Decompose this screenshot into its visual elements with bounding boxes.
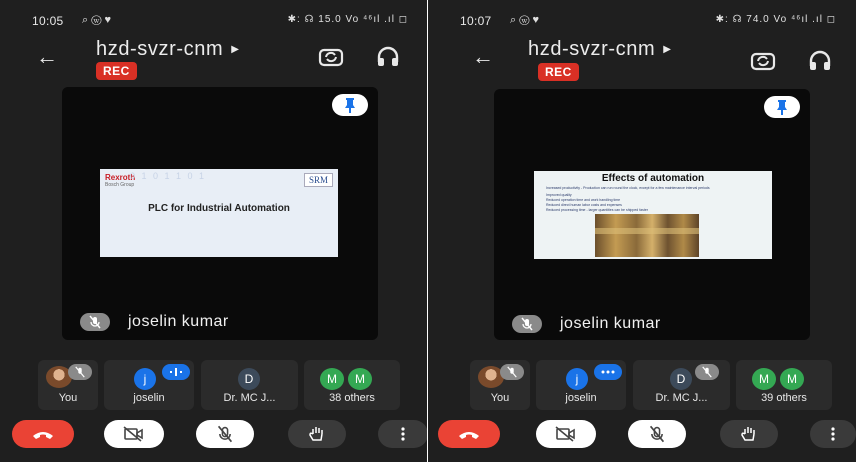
video-off-icon: [123, 426, 143, 442]
raise-hand-icon: [741, 427, 755, 441]
participant-tile-you[interactable]: You: [470, 360, 530, 410]
participant-tile-you[interactable]: You: [38, 360, 98, 410]
tile-label: joselin: [565, 392, 597, 404]
mic-toggle-button[interactable]: [628, 420, 686, 448]
participant-tile-others[interactable]: M M 38 others: [304, 360, 400, 410]
headphones-icon[interactable]: [376, 46, 402, 68]
end-call-icon: [33, 432, 53, 439]
speaker-name: joselin kumar: [560, 315, 661, 332]
avatar: M: [320, 368, 344, 390]
rec-badge: REC: [538, 63, 579, 81]
avatar: D: [238, 368, 260, 390]
meeting-code[interactable]: hzd-svzr-cnm ▶: [96, 38, 240, 61]
tile-label: You: [58, 392, 78, 404]
back-arrow-icon[interactable]: ←: [36, 44, 58, 70]
camera-toggle-button[interactable]: [104, 420, 164, 448]
slide-bullet: Reduced direct human labor costs and exp…: [546, 203, 622, 207]
more-vert-icon: [401, 427, 405, 441]
avatar: M: [752, 368, 776, 390]
presentation-stage[interactable]: Rexroth Bosch Group 0 1 0 1 1 0 1 SRM PL…: [62, 87, 378, 340]
slide-bullet: Reduced processing time - larger quantit…: [546, 208, 648, 212]
tile-label: joselin: [133, 392, 165, 404]
mic-off-icon: [217, 425, 233, 443]
avatar: D: [670, 368, 692, 390]
tile-label: 39 others: [761, 392, 807, 404]
switch-camera-icon[interactable]: [750, 50, 776, 72]
pin-icon[interactable]: [764, 96, 800, 118]
slide-logo-sub: Bosch Group: [105, 182, 135, 188]
avatar: M: [348, 368, 372, 390]
slide-decoration: 0 1 0 1 1 0 1: [130, 171, 207, 181]
end-call-button[interactable]: [438, 420, 500, 448]
active-speaker: joselin kumar: [80, 313, 229, 331]
more-options-button[interactable]: [810, 420, 856, 448]
status-time: 10:05: [32, 14, 64, 28]
mic-off-icon: [68, 364, 92, 380]
participant-tile-dr-mc[interactable]: D Dr. MC J...: [633, 360, 730, 410]
camera-toggle-button[interactable]: [536, 420, 596, 448]
mic-off-icon: [649, 425, 665, 443]
more-options-button[interactable]: [378, 420, 428, 448]
phone-screen-2: 10:07 ⌕ ⓦ ♥ ✱: ☊ 74.0 Vo ⁴⁶ıl .ıl ◻ ← hz…: [428, 0, 856, 462]
participant-tile-others[interactable]: M M 39 others: [736, 360, 832, 410]
video-off-icon: [555, 426, 575, 442]
mic-off-icon: [695, 364, 719, 380]
speaking-indicator-icon: [162, 364, 190, 380]
slide-bullet: Increased productivity - Production can …: [546, 186, 710, 190]
shared-slide: Rexroth Bosch Group 0 1 0 1 1 0 1 SRM PL…: [100, 169, 338, 257]
mic-off-icon: [80, 313, 110, 331]
status-bar: 10:07 ⌕ ⓦ ♥ ✱: ☊ 74.0 Vo ⁴⁶ıl .ıl ◻: [428, 10, 856, 28]
slide-title: PLC for Industrial Automation: [148, 203, 290, 214]
speaking-indicator-icon: [594, 364, 622, 380]
speaker-name: joselin kumar: [128, 313, 229, 330]
tile-label: 38 others: [329, 392, 375, 404]
slide-bullet: Improved quality: [546, 193, 572, 197]
slide-title: Effects of automation: [601, 173, 705, 184]
end-call-icon: [459, 432, 479, 439]
status-icons: ⌕ ⓦ ♥: [510, 14, 540, 26]
mic-toggle-button[interactable]: [196, 420, 254, 448]
raise-hand-icon: [309, 427, 323, 441]
status-icons: ⌕ ⓦ ♥: [82, 14, 112, 26]
status-bar: 10:05 ⌕ ⓦ ♥ ✱: ☊ 15.0 Vo ⁴⁶ıl .ıl ◻: [0, 10, 428, 28]
avatar: M: [780, 368, 804, 390]
status-time: 10:07: [460, 14, 492, 28]
mic-off-icon: [512, 315, 542, 333]
raise-hand-button[interactable]: [288, 420, 346, 448]
mic-off-icon: [500, 364, 524, 380]
tile-label: Dr. MC J...: [655, 392, 708, 404]
pin-icon[interactable]: [332, 94, 368, 116]
avatar: j: [134, 368, 156, 390]
slide-bullet: Reduced operation time and work handling…: [546, 198, 621, 202]
raise-hand-button[interactable]: [720, 420, 778, 448]
tile-label: Dr. MC J...: [223, 392, 276, 404]
phone-screen-1: 10:05 ⌕ ⓦ ♥ ✱: ☊ 15.0 Vo ⁴⁶ıl .ıl ◻ ← hz…: [0, 0, 428, 462]
rec-badge: REC: [96, 62, 137, 80]
shared-slide: Effects of automation Increased producti…: [534, 171, 772, 259]
caret-right-icon: ▶: [231, 44, 240, 56]
end-call-button[interactable]: [12, 420, 74, 448]
more-vert-icon: [831, 427, 835, 441]
headphones-icon[interactable]: [808, 50, 834, 72]
tile-label: You: [490, 392, 510, 404]
avatar: j: [566, 368, 588, 390]
participant-tile-joselin[interactable]: j joselin: [104, 360, 194, 410]
switch-camera-icon[interactable]: [318, 46, 344, 68]
presentation-stage[interactable]: Effects of automation Increased producti…: [494, 89, 810, 340]
slide-logo-srm: SRM: [303, 173, 333, 187]
status-right: ✱: ☊ 15.0 Vo ⁴⁶ıl .ıl ◻: [287, 14, 408, 25]
status-right: ✱: ☊ 74.0 Vo ⁴⁶ıl .ıl ◻: [715, 14, 836, 25]
caret-right-icon: ▶: [663, 44, 672, 56]
meeting-code[interactable]: hzd-svzr-cnm ▶: [528, 38, 672, 61]
participant-tile-joselin[interactable]: j joselin: [536, 360, 626, 410]
active-speaker: joselin kumar: [512, 315, 661, 333]
back-arrow-icon[interactable]: ←: [472, 44, 494, 70]
slide-factory-photo: [595, 214, 699, 257]
participant-tile-dr-mc[interactable]: D Dr. MC J...: [201, 360, 298, 410]
